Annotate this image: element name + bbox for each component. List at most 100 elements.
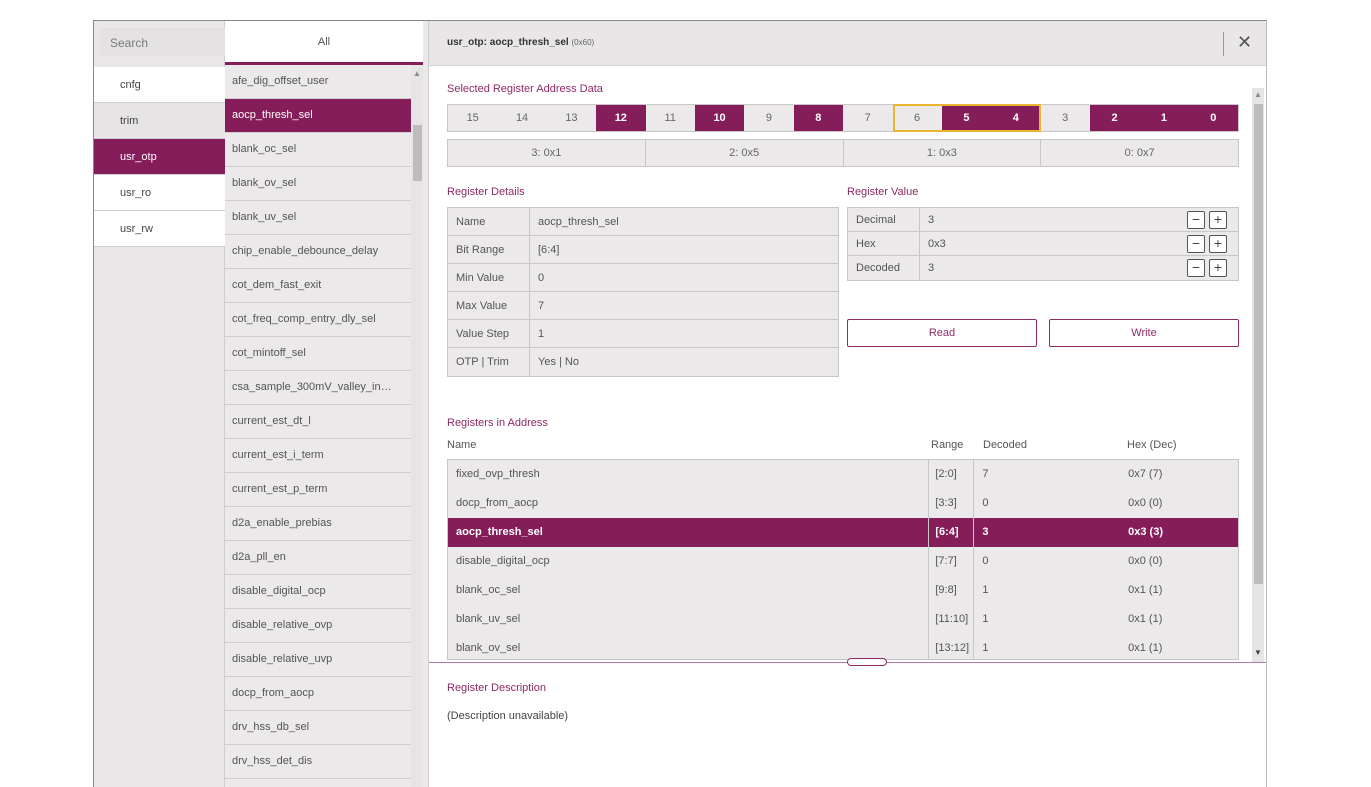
- cell-hex: 0x1 (1): [1128, 584, 1163, 596]
- bit-cell[interactable]: 2: [1089, 105, 1140, 131]
- bit-cell[interactable]: 3: [1041, 105, 1090, 131]
- list-item[interactable]: cot_mintoff_sel: [225, 337, 411, 371]
- details-key: OTP | Trim: [448, 348, 530, 376]
- close-icon[interactable]: ✕: [1237, 32, 1252, 53]
- list-item[interactable]: chip_enable_debounce_delay: [225, 235, 411, 269]
- decoded-value-field[interactable]: 3: [920, 256, 934, 280]
- bit-cell[interactable]: 4: [991, 105, 1041, 131]
- nibble-cell: 1: 0x3: [844, 140, 1042, 166]
- details-value: [6:4]: [538, 244, 560, 256]
- hex-value-field[interactable]: 0x3: [920, 232, 946, 255]
- list-item[interactable]: afe_dig_offset_user: [225, 65, 411, 99]
- table-row[interactable]: docp_from_aocp [3:3] 0 0x0 (0): [448, 489, 1238, 518]
- table-row[interactable]: blank_oc_sel [9:8] 1 0x1 (1): [448, 576, 1238, 605]
- table-row[interactable]: blank_uv_sel [11:10] 1 0x1 (1): [448, 605, 1238, 634]
- list-item[interactable]: current_est_i_term: [225, 439, 411, 473]
- list-item[interactable]: disable_digital_ocp: [225, 575, 411, 609]
- bit-cell[interactable]: 5: [941, 105, 992, 131]
- scrollbar-thumb[interactable]: [413, 125, 422, 181]
- value-row-decoded: Decoded 3 − +: [848, 256, 1238, 280]
- bit-cell[interactable]: 12: [596, 105, 646, 131]
- category-usr-rw[interactable]: usr_rw: [94, 211, 225, 247]
- decrement-icon[interactable]: −: [1187, 235, 1205, 253]
- bit-cell[interactable]: 11: [646, 105, 695, 131]
- list-item[interactable]: drv_hss_db_sel: [225, 711, 411, 745]
- category-panel: Search cnfg trim usr_otp usr_ro usr_rw: [94, 21, 226, 787]
- list-item[interactable]: blank_oc_sel: [225, 133, 411, 167]
- increment-icon[interactable]: +: [1209, 211, 1227, 229]
- list-item[interactable]: cot_dem_fast_exit: [225, 269, 411, 303]
- details-section-label: Register Details: [447, 186, 525, 198]
- list-item[interactable]: d2a_enable_prebias: [225, 507, 411, 541]
- bit-cell[interactable]: 7: [843, 105, 892, 131]
- table-row[interactable]: fixed_ovp_thresh [2:0] 7 0x7 (7): [448, 460, 1238, 489]
- list-item[interactable]: d2a_pll_en: [225, 541, 411, 575]
- write-button[interactable]: Write: [1049, 319, 1239, 347]
- details-row: Name aocp_thresh_sel: [448, 208, 838, 236]
- page-title: usr_otp: aocp_thresh_sel (0x60): [447, 37, 594, 48]
- bit-cell[interactable]: 13: [547, 105, 596, 131]
- bit-cell[interactable]: 14: [497, 105, 546, 131]
- cell-decoded: 0: [982, 555, 989, 567]
- read-button[interactable]: Read: [847, 319, 1037, 347]
- splitter-grip-icon[interactable]: [847, 658, 887, 666]
- register-detail-panel: usr_otp: aocp_thresh_sel (0x60) ✕ Select…: [429, 21, 1266, 787]
- cell-range: [7:7]: [929, 547, 975, 576]
- list-item[interactable]: current_est_dt_l: [225, 405, 411, 439]
- registers-in-address-table: fixed_ovp_thresh [2:0] 7 0x7 (7) docp_from_…: [447, 459, 1239, 660]
- title-register: usr_otp: aocp_thresh_sel: [447, 37, 569, 48]
- table-row[interactable]: blank_ov_sel [13:12] 1 0x1 (1): [448, 634, 1238, 659]
- increment-icon[interactable]: +: [1209, 235, 1227, 253]
- bit-row: 15 14 13 12 11 10 9 8 7 6 5 4 3 2 1 0: [447, 104, 1239, 132]
- cell-name: blank_uv_sel: [448, 605, 930, 634]
- decrement-icon[interactable]: −: [1187, 211, 1205, 229]
- title-address: (0x60): [571, 38, 595, 47]
- table-row[interactable]: aocp_thresh_sel [6:4] 3 0x3 (3): [448, 518, 1238, 547]
- list-item[interactable]: blank_uv_sel: [225, 201, 411, 235]
- cell-range: [3:3]: [929, 489, 975, 518]
- nibble-cell: 0: 0x7: [1124, 147, 1155, 159]
- list-item[interactable]: current_est_p_term: [225, 473, 411, 507]
- increment-icon[interactable]: +: [1209, 259, 1227, 277]
- cell-decoded: 7: [982, 468, 989, 480]
- list-item[interactable]: aocp_thresh_sel: [225, 99, 411, 133]
- nibble-cell: 2: 0x5: [646, 140, 844, 166]
- search-input[interactable]: Search: [100, 28, 226, 56]
- category-cnfg[interactable]: cnfg: [94, 67, 225, 103]
- details-value: 0: [538, 272, 545, 284]
- list-item[interactable]: csa_sample_300mV_valley_in…: [225, 371, 411, 405]
- bit-cell[interactable]: 8: [793, 105, 843, 131]
- bit-cell[interactable]: 1: [1139, 105, 1189, 131]
- tab-all[interactable]: All: [225, 21, 423, 65]
- list-item[interactable]: disable_relative_ovp: [225, 609, 411, 643]
- details-key: Name: [448, 208, 530, 235]
- list-item[interactable]: drv_hss_det_dis: [225, 745, 411, 779]
- bit-cell[interactable]: 10: [694, 105, 745, 131]
- cell-decoded: 3: [982, 526, 989, 538]
- list-item[interactable]: docp_from_aocp: [225, 677, 411, 711]
- list-item[interactable]: disable_relative_uvp: [225, 643, 411, 677]
- cell-name: disable_digital_ocp: [448, 547, 930, 576]
- list-item[interactable]: blank_ov_sel: [225, 167, 411, 201]
- bit-cell[interactable]: 6: [892, 105, 941, 131]
- table-row[interactable]: disable_digital_ocp [7:7] 0 0x0 (0): [448, 547, 1238, 576]
- detail-scrollbar[interactable]: ▲ ▼: [1252, 88, 1264, 663]
- details-key: Bit Range: [448, 236, 530, 263]
- category-usr-ro[interactable]: usr_ro: [94, 175, 225, 211]
- category-trim[interactable]: trim: [94, 103, 225, 139]
- scroll-down-icon[interactable]: ▼: [1254, 648, 1262, 657]
- register-list-scrollbar[interactable]: ▲: [411, 65, 423, 787]
- scroll-up-icon[interactable]: ▲: [413, 69, 421, 78]
- decimal-value-field[interactable]: 3: [920, 208, 934, 231]
- list-item[interactable]: cot_freq_comp_entry_dly_sel: [225, 303, 411, 337]
- cell-hex: 0x1 (1): [1128, 613, 1163, 625]
- scroll-up-icon[interactable]: ▲: [1254, 90, 1262, 99]
- bit-cell[interactable]: 15: [448, 105, 497, 131]
- bit-cell[interactable]: 9: [744, 105, 793, 131]
- scrollbar-thumb[interactable]: [1254, 104, 1263, 584]
- details-row: Max Value 7: [448, 292, 838, 320]
- decrement-icon[interactable]: −: [1187, 259, 1205, 277]
- category-usr-otp[interactable]: usr_otp: [94, 139, 225, 175]
- value-row-hex: Hex 0x3 − +: [848, 232, 1238, 256]
- bit-cell[interactable]: 0: [1188, 105, 1238, 131]
